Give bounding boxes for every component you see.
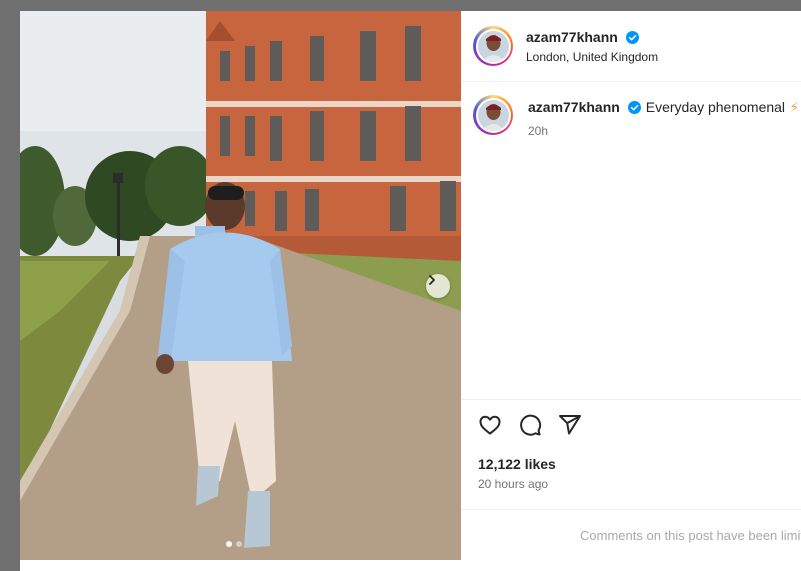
author-username[interactable]: azam77khann: [526, 29, 618, 45]
lightning-emoji: ⚡: [789, 99, 800, 115]
carousel-indicator: [226, 541, 242, 547]
avatar-image: [477, 99, 509, 131]
verified-badge-icon: [626, 31, 640, 44]
photo-scene: [20, 11, 461, 560]
next-slide-button[interactable]: [426, 274, 450, 298]
post-modal: azam77khann London, United Kingdom azam7…: [20, 11, 801, 571]
comment-button[interactable]: [518, 413, 542, 437]
carousel-dot-active: [226, 541, 232, 547]
comments-limited-bar: Comments on this post have been limited.: [461, 509, 801, 561]
like-count[interactable]: 12,122 likes: [478, 456, 556, 472]
post-side-panel: azam77khann London, United Kingdom azam7…: [461, 11, 801, 560]
caption-text: Everyday phenomenal: [645, 99, 786, 115]
comments-limited-notice: Comments on this post have been limited.: [580, 528, 801, 543]
chevron-right-icon: [429, 275, 435, 285]
like-button[interactable]: [478, 413, 502, 437]
post-actions: 12,122 likes 20 hours ago: [461, 399, 801, 491]
share-button[interactable]: [558, 413, 582, 437]
post-location[interactable]: London, United Kingdom: [526, 50, 658, 64]
verified-badge-icon: [628, 101, 642, 114]
caption-author-avatar[interactable]: [473, 95, 513, 135]
comment-icon: [520, 414, 542, 436]
share-icon: [559, 415, 581, 435]
author-avatar[interactable]: [473, 26, 513, 66]
caption-username[interactable]: azam77khann: [528, 99, 620, 115]
heart-icon: [479, 415, 501, 435]
post-timestamp[interactable]: 20 hours ago: [478, 477, 548, 491]
post-header: azam77khann London, United Kingdom: [461, 11, 801, 82]
post-photo[interactable]: [20, 11, 461, 560]
carousel-dot: [236, 541, 242, 547]
avatar-image: [477, 30, 509, 62]
caption-time[interactable]: 20h: [528, 124, 548, 138]
